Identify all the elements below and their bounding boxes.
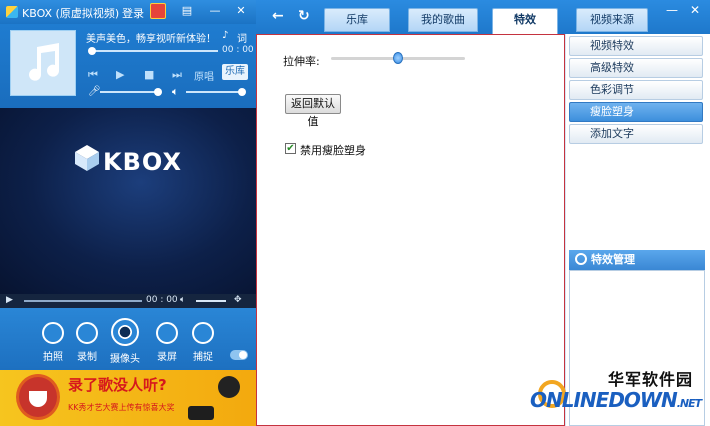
video-volume-icon[interactable]: 🔈︎ (180, 295, 185, 305)
kbox-cube-icon (75, 145, 99, 171)
tab-effects[interactable]: 特效 (492, 8, 558, 34)
screen-record-label: 录屏 (157, 352, 177, 363)
ad-banner[interactable]: 录了歌没人听? KK秀才艺大赛上传有惊喜大奖 (0, 370, 256, 426)
watermark-net: .NET (676, 397, 702, 410)
video-time: 00 : 00 (146, 295, 178, 305)
speaker-icon[interactable]: 🔈︎ (172, 85, 179, 99)
disable-slimming-checkbox[interactable]: ✔ (285, 143, 296, 154)
watermark: 华军软件园 ONLINEDOWN.NET (530, 346, 710, 426)
panel-toggle[interactable] (230, 350, 248, 360)
stretch-slider-handle[interactable] (393, 52, 403, 64)
video-controls: ▶ 00 : 00 🔈︎ ✥ (0, 294, 256, 308)
gear-icon (575, 253, 587, 265)
ad-camera-icon (188, 406, 214, 420)
sidebar-item-face-slimming[interactable]: 瘦脸塑身 (569, 102, 703, 122)
capture-icon (192, 322, 214, 344)
song-time: 00 : 00 (222, 45, 254, 55)
back-icon[interactable]: ← (272, 8, 284, 24)
microphone-icon: 🎤︎ (88, 86, 101, 97)
capture-tool[interactable]: 捕捉 (186, 322, 220, 363)
webcam-tool[interactable]: 摄像头 (108, 318, 142, 365)
sidebar-item-color-adjust[interactable]: 色彩调节 (569, 80, 703, 100)
volume-slider[interactable] (186, 91, 244, 93)
webcam-label: 摄像头 (110, 354, 140, 365)
song-progress-bar[interactable] (90, 50, 218, 52)
photo-tool[interactable]: 拍照 (36, 322, 70, 363)
title-bar: KBOX (原虚拟视频) 登录 ▤ — ✕ (0, 0, 256, 24)
effect-settings-panel: 拉伸率: 返回默认值 ✔ 禁用瘦脸塑身 (256, 34, 565, 426)
original-vocal-toggle[interactable]: 原唱 (194, 68, 214, 83)
ad-singer-icon (16, 374, 60, 420)
watermark-en: ONLINEDOWN.NET (530, 388, 702, 412)
volume-handle[interactable] (238, 88, 246, 96)
ad-badge-icon (218, 376, 240, 398)
screen-record-icon (156, 322, 178, 344)
right-minimize-icon[interactable]: — (666, 3, 678, 17)
webcam-icon (111, 318, 139, 346)
effect-manager-title: 特效管理 (591, 253, 635, 266)
lyrics-button[interactable]: 词 (237, 30, 247, 45)
stretch-label: 拉伸率: (283, 55, 320, 68)
tool-bar: 拍照 录制 摄像头 录屏 捕捉 (0, 308, 256, 370)
prev-icon[interactable]: ⏮ (88, 68, 98, 82)
record-tool[interactable]: 录制 (70, 322, 104, 363)
gift-icon[interactable] (150, 3, 166, 19)
skin-icon[interactable]: ▤ (180, 4, 194, 18)
video-play-icon[interactable]: ▶ (6, 295, 13, 305)
music-player: 美声美色，畅享视听新体验！ ♪ 词 00 : 00 ⏮ ▶ ■ ⏭ 原唱 乐库 … (0, 24, 256, 108)
capture-label: 捕捉 (193, 352, 213, 363)
video-volume-slider[interactable] (196, 300, 226, 302)
right-close-icon[interactable]: ✕ (690, 3, 700, 17)
minimize-icon[interactable]: — (208, 4, 222, 18)
tab-video-source[interactable]: 视频来源 (576, 8, 648, 32)
watermark-cn: 华军软件园 (608, 370, 694, 389)
mic-volume-handle[interactable] (154, 88, 162, 96)
refresh-icon[interactable]: ↻ (298, 8, 310, 24)
sidebar-item-advanced-effects[interactable]: 高级特效 (569, 58, 703, 78)
app-title: KBOX (原虚拟视频) (22, 7, 120, 20)
tab-my-songs[interactable]: 我的歌曲 (408, 8, 478, 32)
disable-slimming-label[interactable]: 禁用瘦脸塑身 (300, 142, 366, 158)
watermark-en-text: ONLINEDOWN (530, 388, 678, 412)
song-progress-handle[interactable] (88, 47, 96, 55)
sidebar-item-video-effects[interactable]: 视频特效 (569, 36, 703, 56)
ad-subtitle: KK秀才艺大赛上传有惊喜大奖 (68, 403, 175, 412)
screen-record-tool[interactable]: 录屏 (150, 322, 184, 363)
fullscreen-icon[interactable]: ✥ (234, 295, 242, 305)
album-art (10, 30, 76, 96)
song-title: 美声美色，畅享视听新体验！ (86, 34, 216, 45)
video-seek-bar[interactable] (24, 300, 142, 302)
effect-manager-header: 特效管理 (569, 250, 705, 270)
sidebar-item-add-text[interactable]: 添加文字 (569, 124, 703, 144)
next-icon[interactable]: ⏭ (172, 68, 182, 82)
top-nav: ← ↻ 乐库 我的歌曲 特效 视频来源 — ✕ (256, 0, 710, 34)
note-icon[interactable]: ♪ (222, 30, 228, 41)
login-link[interactable]: 登录 (122, 5, 144, 21)
camera-photo-icon (42, 322, 64, 344)
record-icon (76, 322, 98, 344)
video-logo-text: KBOX (103, 148, 182, 176)
close-icon[interactable]: ✕ (234, 4, 248, 18)
record-label: 录制 (77, 352, 97, 363)
reset-default-button[interactable]: 返回默认值 (285, 94, 341, 128)
ad-title: 录了歌没人听? (68, 376, 167, 394)
kbox-logo-icon (6, 6, 18, 18)
video-preview: KBOX (0, 108, 256, 294)
music-note-icon (29, 43, 59, 81)
tab-library[interactable]: 乐库 (324, 8, 390, 32)
player-panel: KBOX (原虚拟视频) 登录 ▤ — ✕ 美声美色，畅享视听新体验！ ♪ 词 … (0, 0, 256, 426)
photo-label: 拍照 (43, 352, 63, 363)
play-icon[interactable]: ▶ (116, 68, 124, 81)
library-button[interactable]: 乐库 (222, 64, 248, 80)
mic-volume-slider[interactable] (100, 91, 160, 93)
stop-icon[interactable]: ■ (144, 68, 154, 81)
